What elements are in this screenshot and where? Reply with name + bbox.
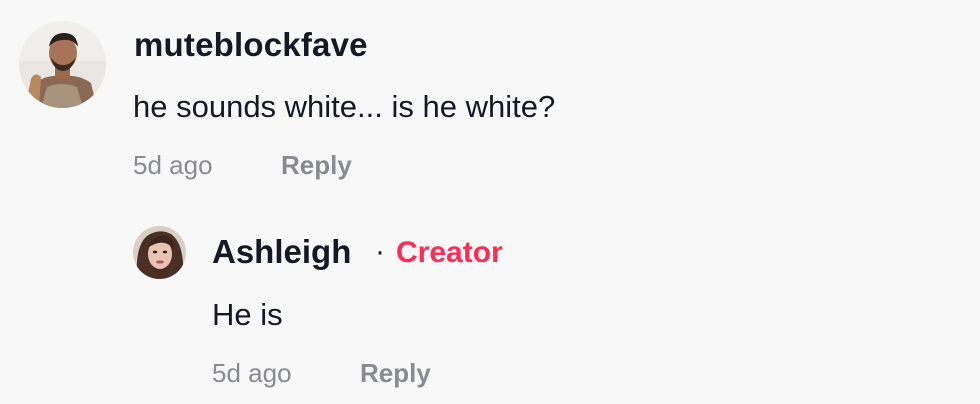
user-photo-icon (19, 21, 106, 108)
reply-timestamp: 5d ago (212, 358, 292, 388)
reply-comment-item: Ashleigh · Creator He is 5d ago Reply (0, 200, 980, 404)
reply-button[interactable]: Reply (360, 358, 431, 389)
comment-timestamp: 5d ago (133, 150, 213, 180)
creator-badge: Creator (396, 236, 503, 269)
comment-item: muteblockfave he sounds white... is he w… (0, 0, 980, 200)
comment-text: he sounds white... is he white? (133, 89, 556, 124)
user-photo-icon (133, 226, 186, 279)
reply-username[interactable]: Ashleigh (212, 233, 351, 271)
reply-text: He is (212, 297, 283, 332)
reply-button[interactable]: Reply (281, 150, 352, 181)
commenter-avatar[interactable] (19, 21, 106, 108)
creator-avatar[interactable] (133, 226, 186, 279)
comment-username[interactable]: muteblockfave (134, 26, 368, 64)
separator-dot: · (375, 235, 385, 268)
